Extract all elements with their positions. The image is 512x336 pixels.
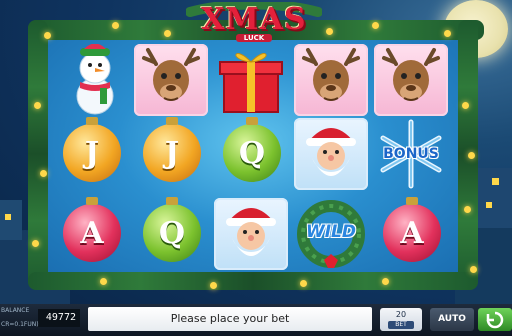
bet-value: 20 xyxy=(395,310,407,319)
bonus-label: BONUS xyxy=(383,146,439,162)
ornament-gold: J xyxy=(63,117,121,182)
symbol-letter: A xyxy=(400,215,424,251)
light xyxy=(382,278,389,285)
symbol-santa xyxy=(214,198,288,270)
logo-subtext: LUCK xyxy=(236,34,272,42)
auto-button[interactable]: AUTO xyxy=(430,308,474,331)
santa-icon xyxy=(306,128,356,176)
symbol-gift xyxy=(214,44,288,116)
symbol-letter: J xyxy=(84,135,100,171)
symbol-q: Q xyxy=(214,117,288,190)
symbol-wild: WILD xyxy=(294,198,368,270)
light xyxy=(462,102,469,109)
spin-button[interactable] xyxy=(478,308,512,331)
garland-left xyxy=(28,20,48,288)
light xyxy=(100,278,107,285)
house-right xyxy=(478,168,512,228)
ornament-red: A xyxy=(383,197,441,262)
light xyxy=(444,30,451,37)
symbol-j: J xyxy=(134,117,208,190)
symbol-letter: Q xyxy=(158,215,186,251)
ornament-red: A xyxy=(63,197,121,262)
symbol-q: Q xyxy=(134,197,208,270)
symbol-santa xyxy=(294,118,368,190)
light xyxy=(40,170,47,177)
light xyxy=(468,152,475,159)
light xyxy=(32,240,39,247)
light xyxy=(210,282,217,289)
ornament-green: Q xyxy=(223,117,281,182)
ornament-green: Q xyxy=(143,197,201,262)
bet-selector[interactable]: 20 BET xyxy=(380,308,422,331)
light xyxy=(464,206,471,213)
symbol-a: A xyxy=(54,197,128,270)
symbol-a: A xyxy=(374,197,448,270)
balance-value: 49772 xyxy=(38,309,80,327)
spin-icon xyxy=(486,311,504,329)
symbol-snowman xyxy=(58,43,132,116)
symbol-j: J xyxy=(54,117,128,190)
garland-bottom xyxy=(28,272,478,290)
light xyxy=(164,30,171,37)
wild-label: WILD xyxy=(305,222,357,242)
reindeer-icon xyxy=(142,48,200,101)
game-scene: XMAS LUCK J J Q BONUS A Q WILD A xyxy=(0,0,512,336)
santa-icon xyxy=(226,208,276,256)
light xyxy=(300,280,307,287)
light xyxy=(326,28,333,35)
light xyxy=(470,266,477,273)
ornament-gold: J xyxy=(143,117,201,182)
symbol-letter: J xyxy=(164,135,180,171)
logo-text: XMAS xyxy=(201,2,307,37)
light xyxy=(34,102,41,109)
reindeer-icon xyxy=(382,48,440,101)
bet-label: BET xyxy=(388,321,414,329)
symbol-reindeer xyxy=(134,44,208,116)
balance-label: BALANCE xyxy=(1,307,30,314)
house-left xyxy=(0,200,22,240)
snowman-icon xyxy=(76,43,114,115)
symbol-bonus: BONUS xyxy=(374,118,448,190)
light xyxy=(44,32,51,39)
symbol-reindeer xyxy=(374,44,448,116)
reindeer-icon xyxy=(302,48,360,101)
gift-icon xyxy=(219,53,283,113)
status-message: Please place your bet xyxy=(88,307,372,331)
credit-label: CR=0.1FUN) xyxy=(1,321,39,328)
light xyxy=(112,22,119,29)
symbol-letter: Q xyxy=(238,135,266,171)
light xyxy=(372,22,379,29)
symbol-reindeer xyxy=(294,44,368,116)
game-logo: XMAS LUCK xyxy=(186,2,322,44)
symbol-letter: A xyxy=(80,215,104,251)
